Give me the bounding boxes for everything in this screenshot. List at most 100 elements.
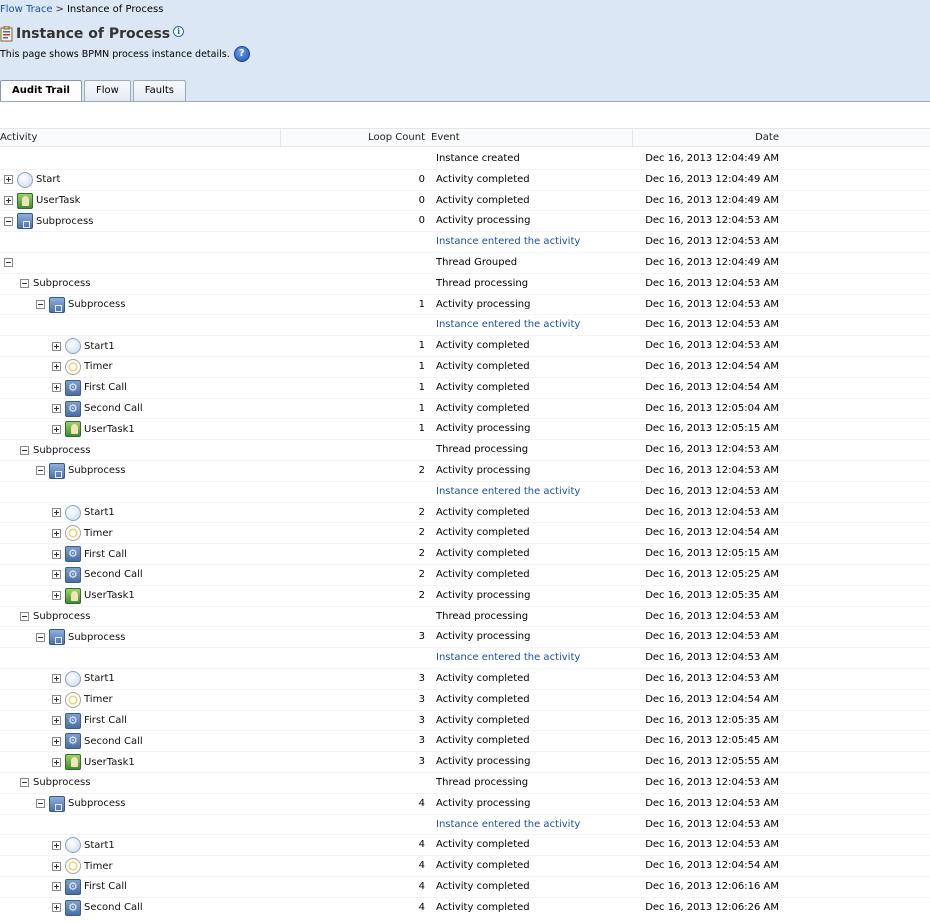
- table-row[interactable]: Subprocess 0 Activity processing Dec 16, 20…: [0, 211, 930, 233]
- table-row[interactable]: UserTask1 2 Activity processing Dec 16, 201…: [0, 586, 930, 607]
- date-cell: Dec 16, 2013 12:04:53 AM: [645, 631, 779, 643]
- expand-icon[interactable]: [52, 362, 61, 372]
- table-row[interactable]: Subprocess 1 Activity processing Dec 16, 20…: [0, 295, 930, 316]
- table-row[interactable]: Subprocess Thread processing Dec 16, 2013 …: [0, 440, 930, 461]
- collapse-icon[interactable]: [4, 258, 13, 268]
- table-row[interactable]: Second Call 3 Activity completed Dec 16, 20…: [0, 731, 930, 753]
- loop-count-cell: 2: [418, 464, 425, 476]
- info-icon[interactable]: i: [173, 25, 185, 37]
- collapse-icon[interactable]: [20, 778, 29, 788]
- expand-icon[interactable]: [52, 695, 61, 705]
- table-row[interactable]: Second Call 2 Activity completed Dec 16, 20…: [0, 565, 930, 586]
- table-row[interactable]: Start1 1 Activity completed Dec 16, 2013 12…: [0, 336, 930, 357]
- loop-count-cell: 3: [418, 735, 425, 747]
- table-row[interactable]: First Call 2 Activity completed Dec 16, 201…: [0, 544, 930, 565]
- expand-icon[interactable]: [4, 196, 13, 206]
- expand-icon[interactable]: [52, 341, 61, 351]
- table-row[interactable]: Start1 2 Activity completed Dec 16, 2013 12…: [0, 503, 930, 524]
- expand-icon[interactable]: [52, 882, 61, 892]
- expand-icon[interactable]: [52, 716, 61, 726]
- table-row[interactable]: Timer 1 Activity completed Dec 16, 2013 12:…: [0, 357, 930, 378]
- date-cell: Dec 16, 2013 12:04:53 AM: [645, 277, 779, 289]
- table-row[interactable]: Instance entered the activity Dec 16, 201…: [0, 815, 930, 836]
- event-cell: Activity processing: [436, 298, 531, 310]
- expand-icon[interactable]: [52, 736, 61, 746]
- collapse-icon[interactable]: [36, 632, 45, 642]
- table-row[interactable]: Start 0 Activity completed Dec 16, 2013 12:…: [0, 170, 930, 191]
- expand-icon[interactable]: [4, 175, 13, 185]
- breadcrumb-link-flow-trace[interactable]: Flow Trace: [0, 4, 53, 15]
- expand-icon[interactable]: [52, 528, 61, 538]
- table-row[interactable]: Subprocess Thread processing Dec 16, 2013 …: [0, 607, 930, 628]
- expand-icon[interactable]: [52, 840, 61, 850]
- date-cell: Dec 16, 2013 12:05:55 AM: [645, 756, 779, 768]
- table-row[interactable]: Instance entered the activity Dec 16, 201…: [0, 648, 930, 669]
- table-row[interactable]: Instance created Dec 16, 2013 12:04:49 AM: [0, 149, 930, 170]
- event-link[interactable]: Instance entered the activity: [436, 232, 580, 252]
- help-icon[interactable]: ?: [233, 46, 250, 62]
- table-row[interactable]: First Call 1 Activity completed Dec 16, 201…: [0, 378, 930, 399]
- column-header-event[interactable]: Event: [431, 129, 633, 147]
- table-row[interactable]: Subprocess Thread processing Dec 16, 2013 …: [0, 274, 930, 295]
- table-row[interactable]: Timer 3 Activity completed Dec 16, 2013 12:…: [0, 690, 930, 711]
- table-row[interactable]: Start1 3 Activity completed Dec 16, 2013 12…: [0, 669, 930, 690]
- expand-icon[interactable]: [52, 757, 61, 767]
- collapse-icon[interactable]: [36, 466, 45, 476]
- table-row[interactable]: Subprocess 4 Activity processing Dec 16, 20…: [0, 794, 930, 815]
- event-link[interactable]: Instance entered the activity: [436, 315, 580, 335]
- expand-icon[interactable]: [52, 404, 61, 414]
- table-row[interactable]: Subprocess Thread processing Dec 16, 2013 …: [0, 773, 930, 794]
- expand-icon[interactable]: [52, 903, 61, 913]
- collapse-icon[interactable]: [20, 279, 29, 289]
- table-row[interactable]: Start1 4 Activity completed Dec 16, 2013 12…: [0, 835, 930, 857]
- collapse-icon[interactable]: [36, 799, 45, 809]
- expand-icon[interactable]: [52, 674, 61, 684]
- tab-flow[interactable]: Flow: [83, 80, 131, 101]
- table-row[interactable]: Subprocess 2 Activity processing Dec 16, 20…: [0, 461, 930, 482]
- expand-icon[interactable]: [52, 424, 61, 434]
- column-header-activity[interactable]: Activity: [0, 129, 281, 147]
- tab-faults[interactable]: Faults: [132, 80, 187, 101]
- table-row[interactable]: Instance entered the activity Dec 16, 201…: [0, 232, 930, 253]
- table-row[interactable]: UserTask 0 Activity completed Dec 16, 2013 …: [0, 191, 930, 212]
- table-row[interactable]: Second Call 4 Activity completed Dec 16, 20…: [0, 898, 930, 917]
- table-row[interactable]: Subprocess 3 Activity processing Dec 16, 20…: [0, 627, 930, 649]
- table-row[interactable]: First Call 3 Activity completed Dec 16, 201…: [0, 711, 930, 732]
- collapse-icon[interactable]: [20, 612, 29, 622]
- expand-icon[interactable]: [52, 861, 61, 871]
- collapse-icon[interactable]: [36, 300, 45, 310]
- collapse-icon[interactable]: [4, 216, 13, 226]
- event-link[interactable]: Instance entered the activity: [436, 815, 580, 835]
- date-cell: Dec 16, 2013 12:04:49 AM: [645, 256, 779, 268]
- activity-name: Subprocess: [33, 278, 91, 290]
- loop-count-cell: 4: [418, 880, 425, 892]
- event-link[interactable]: Instance entered the activity: [436, 482, 580, 502]
- expand-icon[interactable]: [52, 549, 61, 559]
- table-row[interactable]: Instance entered the activity Dec 16, 201…: [0, 315, 930, 337]
- table-row[interactable]: Second Call 1 Activity completed Dec 16, 20…: [0, 399, 930, 420]
- tab-audit-trail[interactable]: Audit Trail: [0, 80, 82, 102]
- table-row[interactable]: Instance entered the activity Dec 16, 201…: [0, 482, 930, 503]
- table-row[interactable]: First Call 4 Activity completed Dec 16, 201…: [0, 877, 930, 898]
- event-cell: Activity processing: [436, 589, 531, 601]
- table-row[interactable]: Timer 4 Activity completed Dec 16, 2013 12:…: [0, 856, 930, 877]
- table-row[interactable]: Thread Grouped Dec 16, 2013 12:04:49 AM: [0, 253, 930, 274]
- column-header-loop-count[interactable]: Loop Count: [281, 129, 427, 147]
- collapse-icon[interactable]: [20, 445, 29, 455]
- timer-event-icon: [65, 858, 81, 875]
- process-instance-icon: [0, 26, 13, 42]
- loop-count-cell: 1: [418, 298, 425, 310]
- activity-cell: [4, 253, 17, 273]
- table-row[interactable]: Timer 2 Activity completed Dec 16, 2013 12:…: [0, 523, 930, 545]
- activity-cell: Subprocess: [36, 461, 125, 481]
- table-row[interactable]: UserTask1 3 Activity processing Dec 16, 201…: [0, 752, 930, 773]
- event-link[interactable]: Instance entered the activity: [436, 648, 580, 668]
- expand-icon[interactable]: [52, 570, 61, 580]
- date-cell: Dec 16, 2013 12:04:53 AM: [645, 236, 779, 248]
- activity-cell: First Call: [52, 711, 127, 731]
- expand-icon[interactable]: [52, 591, 61, 601]
- expand-icon[interactable]: [52, 508, 61, 518]
- column-header-date[interactable]: Date: [633, 129, 779, 147]
- table-row[interactable]: UserTask1 1 Activity processing Dec 16, 201…: [0, 419, 930, 441]
- expand-icon[interactable]: [52, 383, 61, 393]
